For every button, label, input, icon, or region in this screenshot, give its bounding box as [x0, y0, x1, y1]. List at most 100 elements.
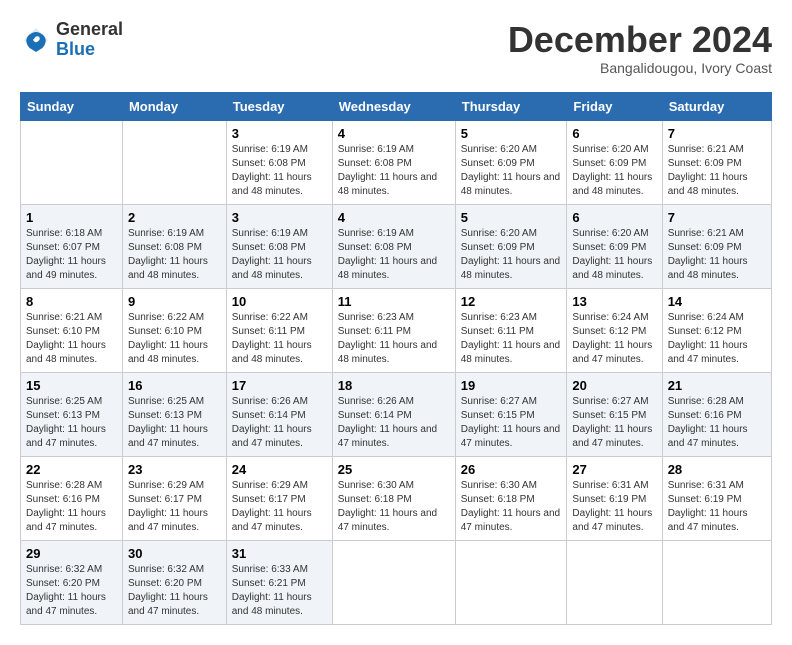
table-row: [662, 540, 771, 624]
day-number: 31: [232, 546, 327, 561]
table-row: 6Sunrise: 6:20 AM Sunset: 6:09 PM Daylig…: [567, 120, 662, 204]
table-row: 10Sunrise: 6:22 AM Sunset: 6:11 PM Dayli…: [226, 288, 332, 372]
table-row: 25 Sunrise: 6:30 AM Sunset: 6:18 PM Dayli…: [332, 456, 455, 540]
month-year-title: December 2024: [508, 20, 772, 60]
day-number: 16: [128, 378, 221, 393]
location-subtitle: Bangalidougou, Ivory Coast: [508, 60, 772, 76]
day-number: 28: [668, 462, 766, 477]
table-row: 20 Sunrise: 6:27 AM Sunset: 6:15 PM Dayli…: [567, 372, 662, 456]
day-number: 3: [232, 210, 327, 225]
table-row: 9Sunrise: 6:22 AM Sunset: 6:10 PM Daylig…: [122, 288, 226, 372]
day-number: 25: [338, 462, 450, 477]
table-row: 22Sunrise: 6:28 AM Sunset: 6:16 PM Dayli…: [21, 456, 123, 540]
table-row: 1Sunrise: 6:18 AM Sunset: 6:07 PM Daylig…: [21, 204, 123, 288]
calendar-week-4: 15 Sunrise: 6:25 AM Sunset: 6:13 PM Dayli…: [21, 372, 772, 456]
table-row: 7Sunrise: 6:21 AM Sunset: 6:09 PM Daylig…: [662, 204, 771, 288]
day-number: 15: [26, 378, 117, 393]
title-area: December 2024 Bangalidougou, Ivory Coast: [508, 20, 772, 76]
table-row: [122, 120, 226, 204]
logo: General Blue: [20, 20, 123, 60]
day-info: Sunrise: 6:29 AM Sunset: 6:17 PM Dayligh…: [232, 479, 327, 535]
day-info: Sunrise: 6:26 AM Sunset: 6:14 PM Dayligh…: [338, 395, 450, 451]
calendar-week-2: 1Sunrise: 6:18 AM Sunset: 6:07 PM Daylig…: [21, 204, 772, 288]
day-info: Sunrise: 6:21 AM Sunset: 6:09 PM Dayligh…: [668, 227, 766, 283]
day-number: 20: [572, 378, 656, 393]
col-monday: Monday: [122, 92, 226, 120]
table-row: 17 Sunrise: 6:26 AM Sunset: 6:14 PM Dayli…: [226, 372, 332, 456]
day-info: Sunrise: 6:25 AM Sunset: 6:13 PM Dayligh…: [26, 395, 117, 451]
day-info: Sunrise: 6:24 AM Sunset: 6:12 PM Dayligh…: [572, 311, 656, 367]
day-info: Sunrise: 6:20 AM Sunset: 6:09 PM Dayligh…: [572, 227, 656, 283]
table-row: 3 Sunrise: 6:19 AM Sunset: 6:08 PM Daylig…: [226, 120, 332, 204]
table-row: 18Sunrise: 6:26 AM Sunset: 6:14 PM Dayli…: [332, 372, 455, 456]
day-number: 4: [338, 126, 450, 141]
day-number: 7: [668, 126, 766, 141]
table-row: 30 Sunrise: 6:32 AM Sunset: 6:20 PM Dayli…: [122, 540, 226, 624]
day-number: 5: [461, 126, 562, 141]
day-info: Sunrise: 6:19 AM Sunset: 6:08 PM Dayligh…: [338, 143, 450, 199]
day-number: 30: [128, 546, 221, 561]
day-info: Sunrise: 6:21 AM Sunset: 6:09 PM Dayligh…: [668, 143, 766, 199]
day-number: 19: [461, 378, 562, 393]
table-row: 21Sunrise: 6:28 AM Sunset: 6:16 PM Dayli…: [662, 372, 771, 456]
col-saturday: Saturday: [662, 92, 771, 120]
table-row: [455, 540, 567, 624]
day-number: 10: [232, 294, 327, 309]
calendar-week-5: 22Sunrise: 6:28 AM Sunset: 6:16 PM Dayli…: [21, 456, 772, 540]
day-info: Sunrise: 6:23 AM Sunset: 6:11 PM Dayligh…: [338, 311, 450, 367]
day-number: 23: [128, 462, 221, 477]
col-tuesday: Tuesday: [226, 92, 332, 120]
table-row: 6Sunrise: 6:20 AM Sunset: 6:09 PM Daylig…: [567, 204, 662, 288]
day-number: 1: [26, 210, 117, 225]
day-number: 14: [668, 294, 766, 309]
table-row: 11Sunrise: 6:23 AM Sunset: 6:11 PM Dayli…: [332, 288, 455, 372]
day-info: Sunrise: 6:25 AM Sunset: 6:13 PM Dayligh…: [128, 395, 221, 451]
day-number: 5: [461, 210, 562, 225]
table-row: 4 Sunrise: 6:19 AM Sunset: 6:08 PM Daylig…: [332, 204, 455, 288]
page-header: General Blue December 2024 Bangalidougou…: [20, 20, 772, 76]
day-info: Sunrise: 6:19 AM Sunset: 6:08 PM Dayligh…: [232, 143, 327, 199]
table-row: 24Sunrise: 6:29 AM Sunset: 6:17 PM Dayli…: [226, 456, 332, 540]
day-info: Sunrise: 6:20 AM Sunset: 6:09 PM Dayligh…: [461, 227, 562, 283]
col-wednesday: Wednesday: [332, 92, 455, 120]
day-info: Sunrise: 6:24 AM Sunset: 6:12 PM Dayligh…: [668, 311, 766, 367]
calendar-week-6: 29Sunrise: 6:32 AM Sunset: 6:20 PM Dayli…: [21, 540, 772, 624]
day-info: Sunrise: 6:32 AM Sunset: 6:20 PM Dayligh…: [128, 563, 221, 619]
day-info: Sunrise: 6:23 AM Sunset: 6:11 PM Dayligh…: [461, 311, 562, 367]
table-row: [332, 540, 455, 624]
table-row: 5 Sunrise: 6:20 AM Sunset: 6:09 PM Daylig…: [455, 204, 567, 288]
day-info: Sunrise: 6:29 AM Sunset: 6:17 PM Dayligh…: [128, 479, 221, 535]
table-row: 26 Sunrise: 6:30 AM Sunset: 6:18 PM Dayli…: [455, 456, 567, 540]
table-row: 8Sunrise: 6:21 AM Sunset: 6:10 PM Daylig…: [21, 288, 123, 372]
table-row: 7 Sunrise: 6:21 AM Sunset: 6:09 PM Daylig…: [662, 120, 771, 204]
day-number: 4: [338, 210, 450, 225]
day-number: 8: [26, 294, 117, 309]
day-info: Sunrise: 6:30 AM Sunset: 6:18 PM Dayligh…: [338, 479, 450, 535]
day-number: 9: [128, 294, 221, 309]
day-number: 13: [572, 294, 656, 309]
table-row: 23 Sunrise: 6:29 AM Sunset: 6:17 PM Dayli…: [122, 456, 226, 540]
table-row: 29Sunrise: 6:32 AM Sunset: 6:20 PM Dayli…: [21, 540, 123, 624]
day-number: 26: [461, 462, 562, 477]
table-row: 28Sunrise: 6:31 AM Sunset: 6:19 PM Dayli…: [662, 456, 771, 540]
calendar-week-1: 3 Sunrise: 6:19 AM Sunset: 6:08 PM Daylig…: [21, 120, 772, 204]
table-row: 5 Sunrise: 6:20 AM Sunset: 6:09 PM Daylig…: [455, 120, 567, 204]
day-info: Sunrise: 6:26 AM Sunset: 6:14 PM Dayligh…: [232, 395, 327, 451]
day-info: Sunrise: 6:19 AM Sunset: 6:08 PM Dayligh…: [338, 227, 450, 283]
day-number: 3: [232, 126, 327, 141]
table-row: [567, 540, 662, 624]
day-info: Sunrise: 6:27 AM Sunset: 6:15 PM Dayligh…: [572, 395, 656, 451]
col-sunday: Sunday: [21, 92, 123, 120]
calendar-table: Sunday Monday Tuesday Wednesday Thursday…: [20, 92, 772, 625]
day-info: Sunrise: 6:30 AM Sunset: 6:18 PM Dayligh…: [461, 479, 562, 535]
day-number: 27: [572, 462, 656, 477]
day-info: Sunrise: 6:28 AM Sunset: 6:16 PM Dayligh…: [668, 395, 766, 451]
col-friday: Friday: [567, 92, 662, 120]
day-number: 17: [232, 378, 327, 393]
day-number: 2: [128, 210, 221, 225]
day-info: Sunrise: 6:28 AM Sunset: 6:16 PM Dayligh…: [26, 479, 117, 535]
calendar-week-3: 8Sunrise: 6:21 AM Sunset: 6:10 PM Daylig…: [21, 288, 772, 372]
day-info: Sunrise: 6:20 AM Sunset: 6:09 PM Dayligh…: [572, 143, 656, 199]
table-row: 19Sunrise: 6:27 AM Sunset: 6:15 PM Dayli…: [455, 372, 567, 456]
day-info: Sunrise: 6:20 AM Sunset: 6:09 PM Dayligh…: [461, 143, 562, 199]
